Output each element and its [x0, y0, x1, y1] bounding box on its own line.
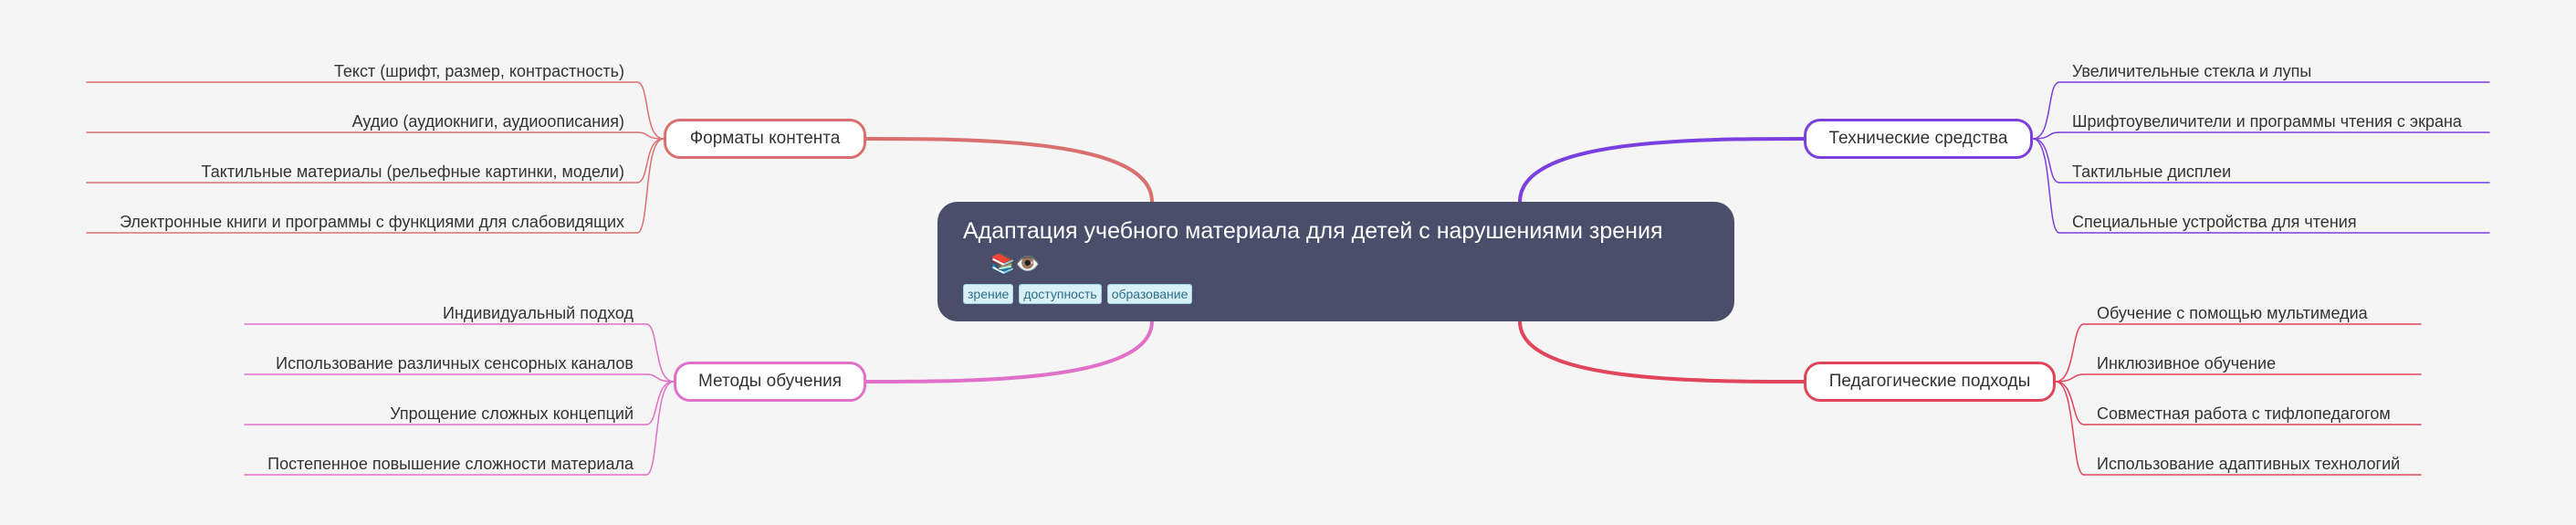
leaf-topic[interactable]: Аудио (аудиокниги, аудиоописания) — [352, 111, 624, 131]
leaf-topic[interactable]: Использование различных сенсорных канало… — [276, 353, 634, 373]
leaf-topic[interactable]: Электронные книги и программы с функциям… — [120, 212, 624, 232]
branch-to-leaf-connector — [645, 323, 675, 383]
leaf-topic[interactable]: Увеличительные стекла и лупы — [2072, 61, 2311, 81]
leaf-topic[interactable]: Упрощение сложных концепций — [390, 404, 634, 424]
branch-to-leaf-connector — [2032, 81, 2060, 140]
leaf-topic[interactable]: Тактильные материалы (рельефные картинки… — [202, 162, 624, 182]
branch-node[interactable]: Технические средства — [1804, 119, 2033, 159]
leaf-topic[interactable]: Текст (шрифт, размер, контрастность) — [334, 61, 624, 81]
tag[interactable]: зрение — [963, 284, 1014, 304]
branch-to-leaf-connector — [2055, 381, 2085, 425]
leaf-topic[interactable]: Инклюзивное обучение — [2097, 353, 2276, 373]
branch-to-leaf-connector — [645, 381, 675, 425]
root-to-branch-connector — [1518, 320, 1806, 383]
branch-to-leaf-connector — [2055, 323, 2085, 383]
root-to-branch-connector — [1518, 137, 1806, 204]
central-topic[interactable]: Адаптация учебного материала для детей с… — [937, 202, 1734, 321]
leaf-topic[interactable]: Индивидуальный подход — [443, 303, 634, 323]
branch-node[interactable]: Форматы контента — [664, 119, 866, 159]
root-to-branch-connector — [864, 137, 1154, 204]
leaf-topic[interactable]: Обучение с помощью мультимедиа — [2097, 303, 2368, 323]
leaf-topic[interactable]: Специальные устройства для чтения — [2072, 212, 2357, 232]
central-topic-title: Адаптация учебного материала для детей с… — [963, 218, 1663, 244]
leaf-topic[interactable]: Использование адаптивных технологий — [2097, 454, 2400, 474]
branch-to-leaf-connector — [636, 81, 665, 140]
branch-to-leaf-connector — [2032, 138, 2060, 184]
branch-node[interactable]: Методы обучения — [674, 362, 866, 402]
branch-to-leaf-connector — [636, 138, 665, 184]
leaf-topic[interactable]: Совместная работа с тифлопедагогом — [2097, 404, 2391, 424]
tag-list: зрение доступность образование — [963, 284, 1709, 304]
mindmap-canvas: Адаптация учебного материала для детей с… — [0, 0, 2576, 525]
leaf-topic[interactable]: Постепенное повышение сложности материал… — [267, 454, 634, 474]
tag[interactable]: доступность — [1019, 284, 1102, 304]
leaf-topic[interactable]: Тактильные дисплеи — [2072, 162, 2231, 182]
leaf-topic[interactable]: Шрифтоувеличители и программы чтения с э… — [2072, 111, 2462, 131]
branch-node[interactable]: Педагогические подходы — [1804, 362, 2056, 402]
tag[interactable]: образование — [1106, 284, 1193, 304]
root-to-branch-connector — [864, 320, 1154, 383]
books-eye-emoji-icon: 📚👁️ — [990, 252, 1041, 275]
